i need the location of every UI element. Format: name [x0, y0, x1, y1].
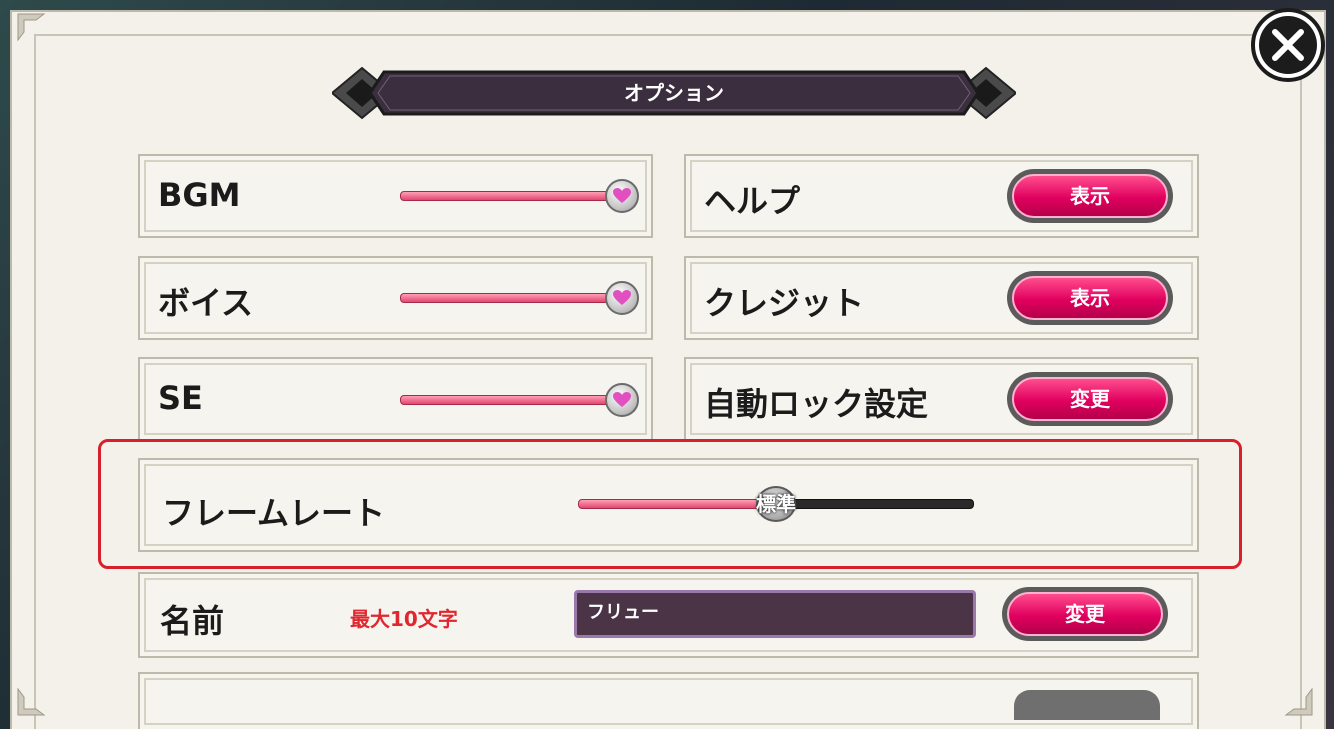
corner-ornament-icon: [1276, 679, 1316, 719]
close-button[interactable]: [1251, 8, 1325, 82]
se-slider-handle[interactable]: [605, 383, 639, 417]
close-icon: [1272, 29, 1304, 61]
dialog-title-bar: オプション: [332, 64, 1016, 122]
voice-slider-handle[interactable]: [605, 281, 639, 315]
help-show-button[interactable]: 表示: [1007, 169, 1173, 223]
voice-label: ボイス: [158, 284, 254, 322]
credits-show-button[interactable]: 表示: [1007, 271, 1173, 325]
autolock-change-button[interactable]: 変更: [1007, 372, 1173, 426]
bgm-slider[interactable]: [400, 191, 624, 201]
dialog-title: オプション: [624, 81, 724, 105]
corner-ornament-icon: [14, 679, 54, 719]
autolock-label: 自動ロック設定: [704, 385, 929, 423]
next-setting-button[interactable]: [1014, 690, 1160, 720]
bgm-slider-handle[interactable]: [605, 179, 639, 213]
se-label: SE: [158, 379, 203, 417]
bgm-label: BGM: [158, 176, 241, 214]
highlight-frame: [98, 439, 1242, 569]
corner-ornament-icon: [14, 10, 54, 50]
se-slider[interactable]: [400, 395, 624, 405]
heart-icon: [613, 188, 631, 203]
name-change-button[interactable]: 変更: [1002, 587, 1168, 641]
name-label: 名前: [160, 602, 225, 640]
heart-icon: [613, 392, 631, 407]
name-input[interactable]: フリュー: [574, 590, 976, 638]
name-limit-note: 最大10文字: [350, 607, 458, 631]
help-label: ヘルプ: [704, 182, 801, 220]
credits-label: クレジット: [704, 284, 865, 322]
voice-slider[interactable]: [400, 293, 624, 303]
heart-icon: [613, 290, 631, 305]
